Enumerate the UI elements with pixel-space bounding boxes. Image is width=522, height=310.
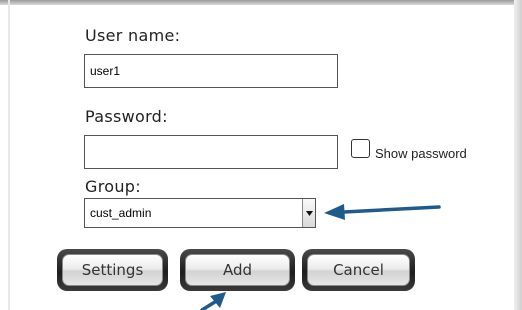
username-field[interactable]: user1 [84, 54, 338, 88]
cancel-button[interactable]: Cancel [302, 249, 415, 291]
add-button-label: Add [185, 254, 290, 286]
show-password-label[interactable]: Show password [375, 146, 467, 161]
callout-arrow-icon [324, 204, 441, 220]
password-field[interactable] [84, 135, 338, 169]
password-label: Password: [85, 107, 168, 126]
settings-button[interactable]: Settings [57, 249, 168, 291]
username-label: User name: [85, 26, 181, 45]
username-value: user1 [90, 64, 121, 78]
chevron-down-icon [305, 210, 313, 216]
panel-top-border [0, 0, 522, 5]
cancel-button-label: Cancel [307, 254, 410, 286]
group-select[interactable]: cust_admin [84, 198, 316, 228]
callout-arrow-up-icon [200, 292, 226, 310]
group-selected-value: cust_admin [90, 206, 152, 220]
dialog-panel: User name: user1 Password: Show password… [0, 0, 522, 310]
panel-left-border [8, 0, 10, 310]
group-label: Group: [85, 177, 141, 196]
panel-right-border [514, 0, 522, 310]
add-button[interactable]: Add [180, 249, 295, 291]
show-password-checkbox[interactable] [351, 139, 370, 158]
group-dropdown-button[interactable] [302, 199, 315, 227]
settings-button-label: Settings [62, 254, 163, 286]
